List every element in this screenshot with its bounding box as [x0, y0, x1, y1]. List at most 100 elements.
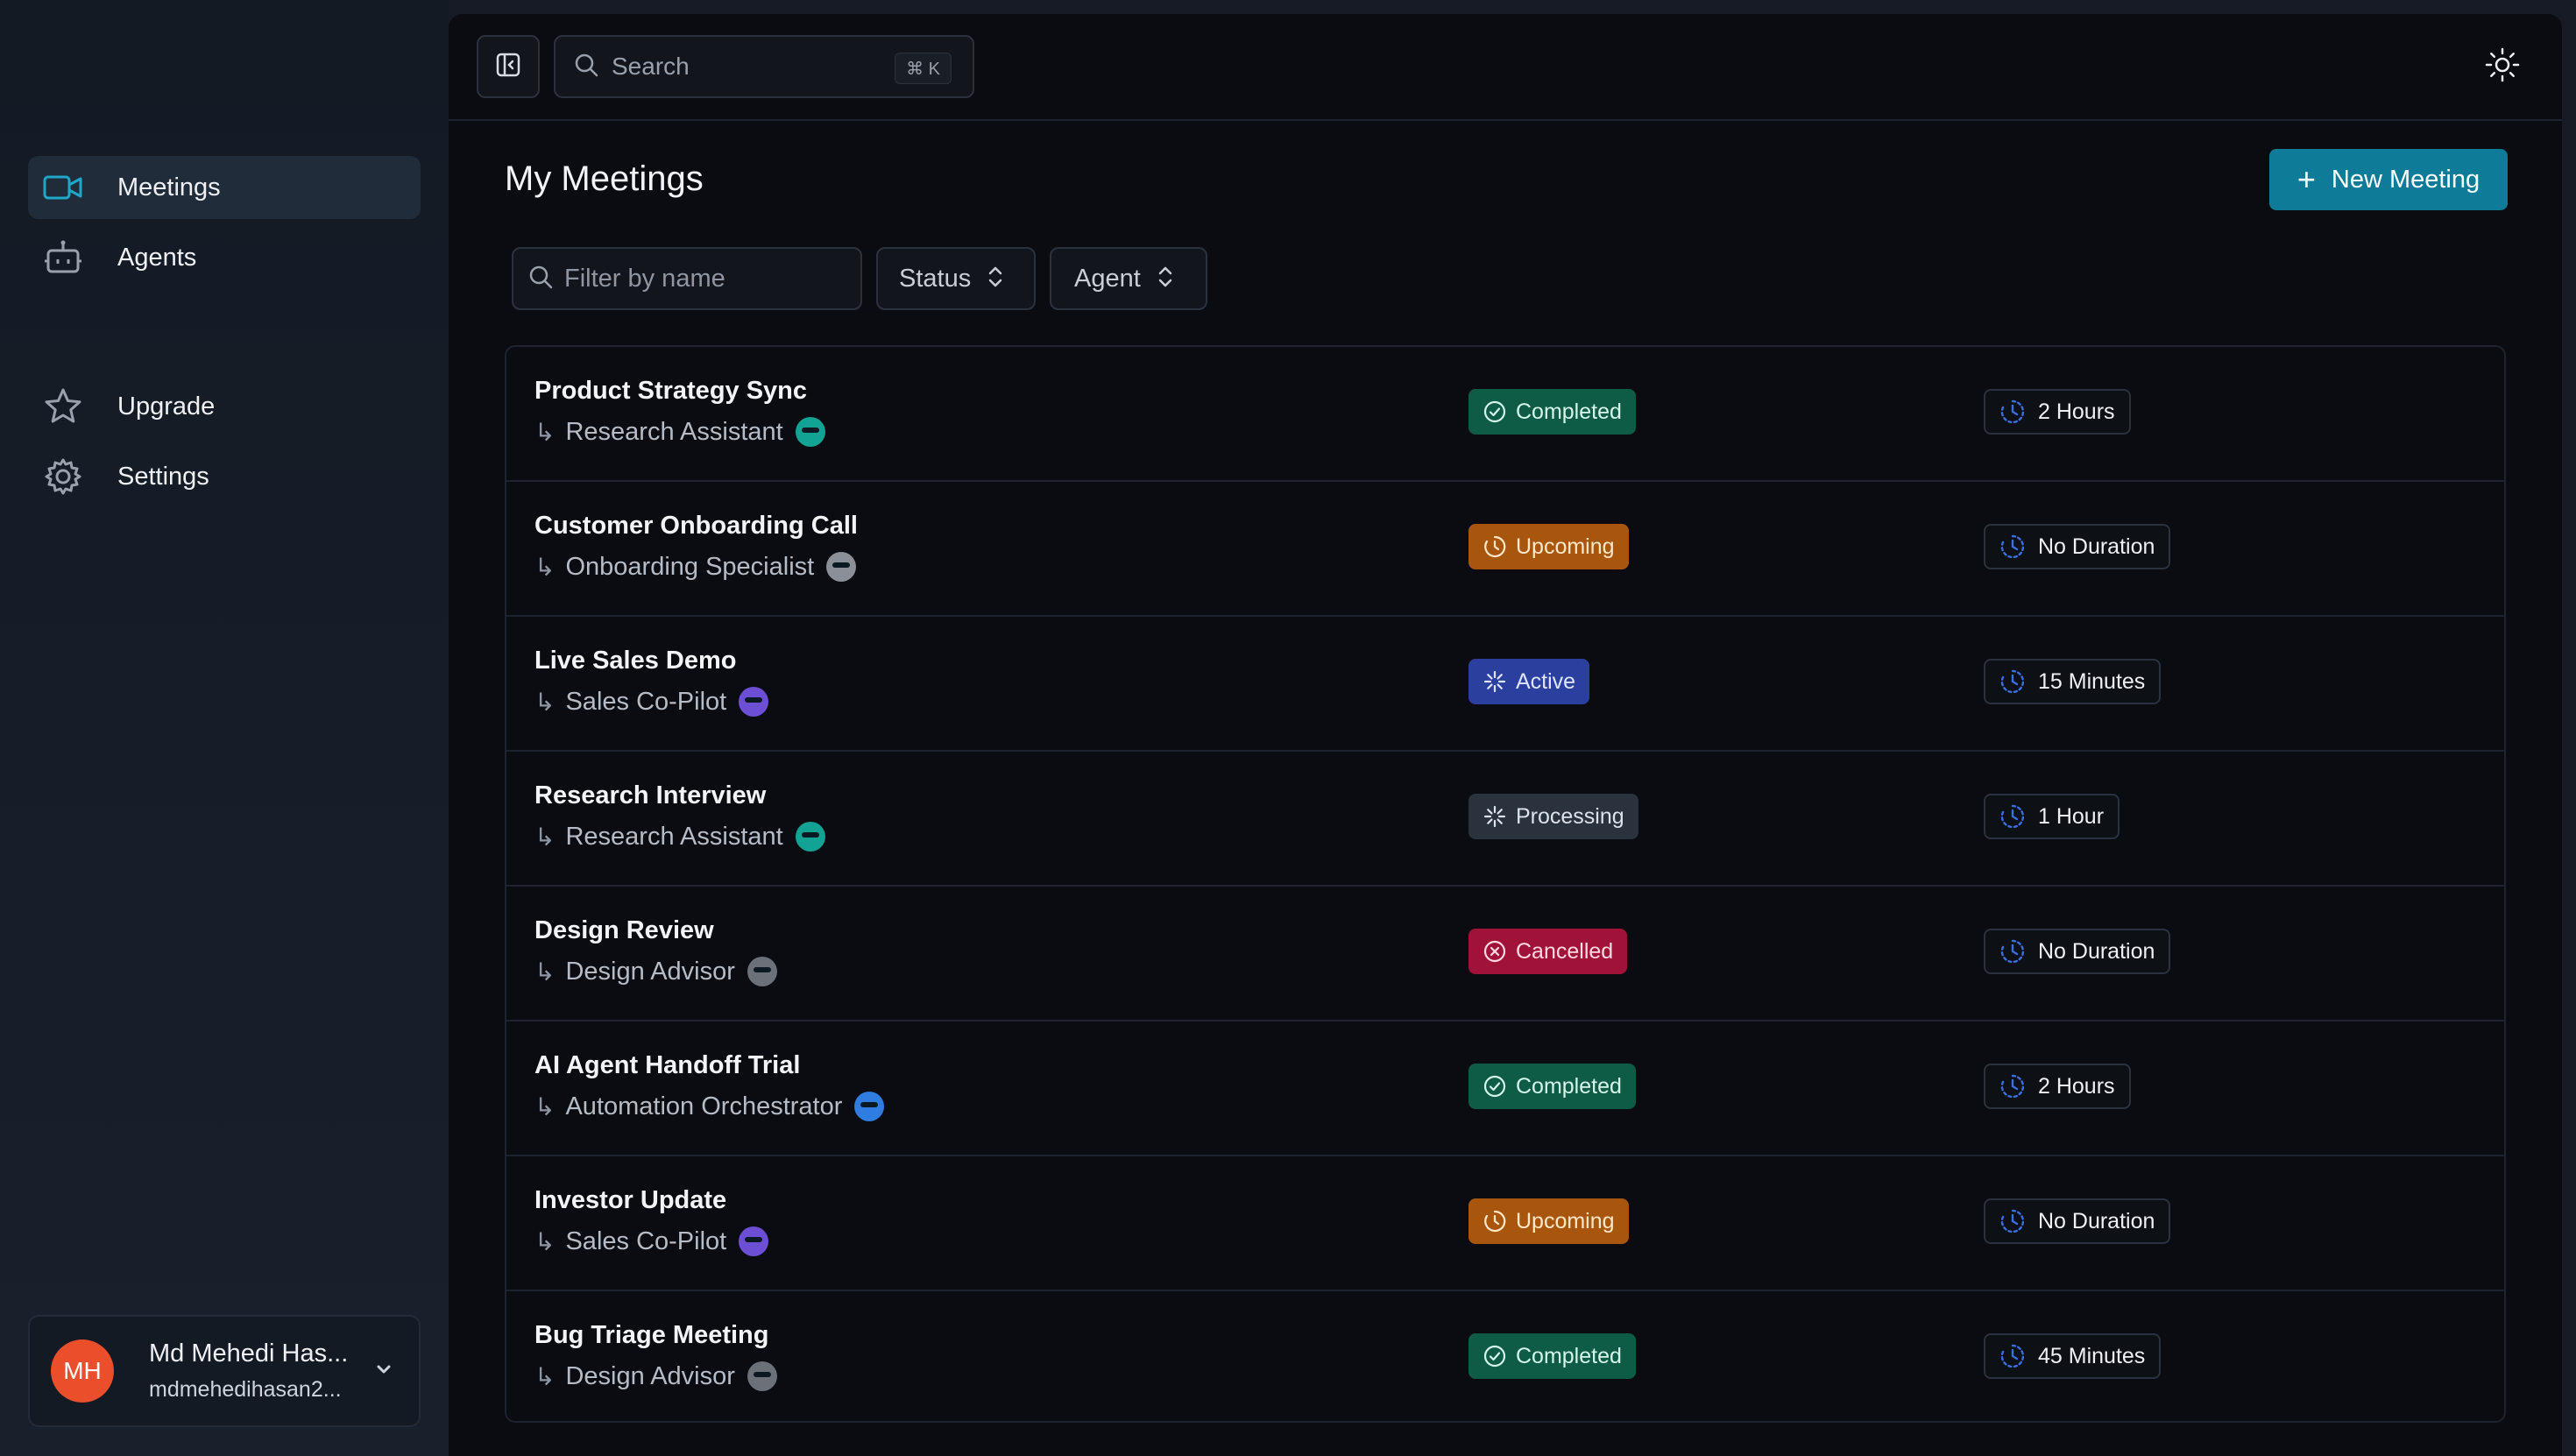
- sidebar-toggle-button[interactable]: [477, 35, 540, 98]
- status-badge: Cancelled: [1468, 929, 1628, 974]
- agent-avatar: [739, 687, 769, 717]
- clock-arrow-up-icon: [1483, 534, 1507, 559]
- table-row[interactable]: AI Agent Handoff Trial ↳ Automation Orche…: [506, 1021, 2504, 1156]
- star-icon: [42, 385, 84, 428]
- filter-name-input[interactable]: Filter by name: [512, 247, 862, 310]
- chevrons-up-down-icon: [1157, 264, 1174, 294]
- status-badge: Active: [1468, 659, 1590, 704]
- duration-badge: 45 Minutes: [1984, 1333, 2162, 1379]
- sidebar-item-label: Agents: [117, 243, 197, 272]
- table-row[interactable]: Product Strategy Sync ↳ Research Assistan…: [506, 347, 2504, 482]
- meeting-title: Research Interview: [534, 781, 767, 809]
- meeting-title: Product Strategy Sync: [534, 377, 808, 405]
- table-row[interactable]: Investor Update ↳ Sales Co-Pilot Upcoming…: [506, 1156, 2504, 1291]
- table-row[interactable]: Design Review ↳ Design Advisor Cancelled …: [506, 887, 2504, 1021]
- keyboard-shortcut: ⌘ K: [895, 53, 952, 84]
- clock-arrow-up-icon: [1483, 1209, 1507, 1233]
- clock-icon: [1999, 534, 2026, 560]
- clock-icon: [1999, 803, 2026, 830]
- search-placeholder: Search: [612, 53, 690, 80]
- sidebar-item-label: Upgrade: [117, 392, 216, 421]
- sun-icon: [2484, 46, 2521, 88]
- meeting-title: Live Sales Demo: [534, 647, 737, 675]
- meeting-title: AI Agent Handoff Trial: [534, 1051, 801, 1079]
- agent-avatar: [739, 1226, 769, 1256]
- main-panel: Search ⌘ K My Meetings + New Meeting Fil…: [449, 14, 2562, 1456]
- table-row[interactable]: Live Sales Demo ↳ Sales Co-Pilot Active 1…: [506, 617, 2504, 752]
- corner-down-right-icon: ↳: [534, 553, 556, 581]
- circle-x-icon: [1483, 939, 1507, 964]
- sidebar-item-label: Meetings: [117, 173, 221, 201]
- agent-filter-select[interactable]: Agent: [1050, 247, 1207, 310]
- duration-label: No Duration: [2038, 1208, 2155, 1233]
- sidebar-item-upgrade[interactable]: Upgrade: [28, 375, 421, 438]
- status-label: Upcoming: [1516, 534, 1615, 559]
- status-filter-label: Status: [899, 264, 972, 293]
- circle-check-icon: [1483, 1344, 1507, 1368]
- agent-name: Research Assistant: [565, 822, 783, 851]
- user-email: mdmehedihasan2...: [149, 1377, 342, 1402]
- meetings-table: Product Strategy Sync ↳ Research Assistan…: [505, 345, 2506, 1423]
- table-row[interactable]: Customer Onboarding Call ↳ Onboarding Spe…: [506, 482, 2504, 617]
- chevron-down-icon: [373, 1359, 394, 1384]
- agent-name: Sales Co-Pilot: [565, 687, 727, 716]
- agent-name: Research Assistant: [565, 417, 783, 446]
- clock-icon: [1999, 668, 2026, 695]
- agent-avatar: [795, 417, 825, 447]
- corner-down-right-icon: ↳: [534, 418, 556, 446]
- duration-label: 45 Minutes: [2038, 1343, 2146, 1368]
- new-meeting-label: New Meeting: [2331, 165, 2480, 194]
- table-row[interactable]: Research Interview ↳ Research Assistant P…: [506, 752, 2504, 887]
- table-row[interactable]: Bug Triage Meeting ↳ Design Advisor Compl…: [506, 1291, 2504, 1426]
- duration-label: 2 Hours: [2038, 399, 2115, 424]
- sidebar-item-label: Settings: [117, 462, 209, 491]
- clock-icon: [1999, 1208, 2026, 1234]
- search-icon: [573, 52, 599, 82]
- gear-icon: [42, 456, 84, 498]
- search-input[interactable]: Search ⌘ K: [554, 35, 974, 98]
- status-label: Processing: [1516, 803, 1624, 829]
- search-icon: [527, 264, 554, 294]
- status-label: Completed: [1516, 399, 1622, 424]
- avatar: MH: [51, 1339, 114, 1403]
- agent-name: Sales Co-Pilot: [565, 1226, 727, 1255]
- sidebar-item-settings[interactable]: Settings: [28, 445, 421, 508]
- agent-filter-label: Agent: [1074, 264, 1141, 293]
- status-label: Upcoming: [1516, 1208, 1615, 1233]
- meeting-title: Bug Triage Meeting: [534, 1321, 769, 1349]
- corner-down-right-icon: ↳: [534, 1227, 556, 1255]
- circle-check-icon: [1483, 399, 1507, 424]
- corner-down-right-icon: ↳: [534, 688, 556, 716]
- bot-icon: [42, 237, 84, 279]
- page-title: My Meetings: [505, 159, 704, 198]
- status-filter-select[interactable]: Status: [876, 247, 1036, 310]
- meeting-title: Customer Onboarding Call: [534, 512, 858, 540]
- clock-icon: [1999, 1343, 2026, 1369]
- panel-left-icon: [495, 52, 521, 82]
- sidebar: Meetings Agents Upgrade Settings MH Md M…: [0, 0, 449, 1456]
- filter-placeholder: Filter by name: [564, 264, 725, 293]
- sidebar-item-meetings[interactable]: Meetings: [28, 156, 421, 219]
- agent-avatar: [747, 957, 777, 986]
- duration-badge: No Duration: [1984, 1198, 2171, 1244]
- status-badge: Completed: [1468, 389, 1636, 435]
- new-meeting-button[interactable]: + New Meeting: [2269, 149, 2508, 210]
- theme-toggle-button[interactable]: [2478, 42, 2527, 91]
- status-badge: Completed: [1468, 1333, 1636, 1379]
- status-badge: Upcoming: [1468, 524, 1629, 569]
- agent-avatar: [826, 552, 857, 582]
- duration-badge: 1 Hour: [1984, 794, 2120, 839]
- sidebar-item-agents[interactable]: Agents: [28, 226, 421, 289]
- status-badge: Upcoming: [1468, 1198, 1629, 1244]
- video-icon: [42, 166, 84, 209]
- chevrons-up-down-icon: [987, 264, 1004, 294]
- duration-label: No Duration: [2038, 938, 2155, 964]
- duration-badge: No Duration: [1984, 929, 2171, 974]
- clock-icon: [1999, 938, 2026, 965]
- status-label: Cancelled: [1516, 938, 1614, 964]
- circle-check-icon: [1483, 1074, 1507, 1099]
- duration-badge: 15 Minutes: [1984, 659, 2162, 704]
- topbar: Search ⌘ K: [449, 14, 2562, 121]
- user-menu-button[interactable]: MH Md Mehedi Has... mdmehedihasan2...: [28, 1315, 421, 1427]
- clock-icon: [1999, 399, 2026, 425]
